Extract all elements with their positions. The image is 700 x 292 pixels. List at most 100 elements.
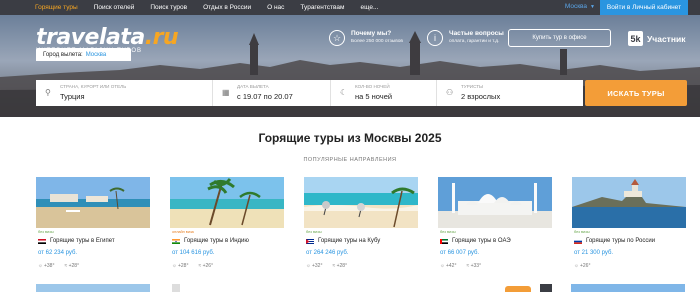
- card-title: Горящие туры в Индию: [172, 238, 249, 244]
- city-selector[interactable]: Москва ▼: [565, 3, 595, 10]
- calendar-icon: ▦: [222, 88, 230, 97]
- india-flag-icon: [172, 238, 180, 244]
- faq-subtitle: оплата, гарантии и т.д.: [449, 39, 500, 44]
- participant-badge[interactable]: 5k Участник: [628, 31, 685, 46]
- departure-date-field[interactable]: ▦ Дата вылета с 19.07 по 20.07: [213, 80, 331, 106]
- visa-tag: без визы: [306, 230, 322, 234]
- next-row-preview: [0, 284, 700, 292]
- sun-temperature: ☼ +28°: [172, 263, 189, 269]
- tourists-label: Туристы: [461, 84, 484, 89]
- nav-item-hot-tours[interactable]: Горящие туры: [35, 4, 78, 11]
- card-title: Горящие туры по России: [574, 238, 655, 244]
- destination-value: Турция: [60, 92, 85, 101]
- visa-tag: онлайн виза: [172, 230, 194, 234]
- cuba-photo: [304, 177, 418, 228]
- participant-label: Участник: [647, 33, 686, 44]
- nav-item-russia[interactable]: Отдых в России: [203, 4, 251, 11]
- card-price: от 66 007 руб.: [440, 250, 480, 256]
- uae-photo: [438, 177, 552, 228]
- 5k-logo-icon: 5k: [628, 31, 643, 46]
- city-label: Москва: [564, 3, 588, 10]
- egypt-flag-icon: [38, 238, 46, 244]
- chevron-down-icon: ▼: [590, 3, 595, 10]
- card-title-text: Горящие туры по России: [586, 238, 656, 244]
- faq-link[interactable]: i Частые вопросы оплата, гарантии и т.д.: [427, 30, 504, 46]
- location-pin-icon: ⚲: [45, 88, 51, 97]
- user-icon: ⚇: [446, 88, 454, 97]
- card-title: Горящие туры в ОАЭ: [440, 238, 511, 244]
- card-price: от 62 234 руб.: [38, 250, 78, 256]
- visa-tag: без визы: [38, 230, 54, 234]
- card-preview: [571, 284, 685, 292]
- tour-search-form: ⚲ Страна, курорт или отель Турция ▦ Дата…: [36, 80, 583, 106]
- destination-label: Страна, курорт или отель: [60, 84, 127, 89]
- destination-card-india[interactable]: онлайн виза Горящие туры в Индию от 104 …: [170, 177, 284, 277]
- card-price: от 21 300 руб.: [574, 250, 614, 256]
- departure-date-label: Дата вылета: [237, 84, 269, 89]
- egypt-photo: [36, 177, 150, 228]
- star-icon: ☆: [329, 30, 345, 46]
- tourists-field[interactable]: ⚇ Туристы 2 взрослых: [437, 80, 583, 106]
- destination-card-uae[interactable]: без визы Горящие туры в ОАЭ от 66 007 ру…: [438, 177, 552, 277]
- sun-temperature: ☼ +38°: [38, 263, 55, 269]
- departure-city-selector[interactable]: Город вылета: Москва: [36, 48, 131, 61]
- card-title-text: Горящие туры в ОАЭ: [452, 238, 511, 244]
- card-title-text: Горящие туры на Кубу: [318, 238, 381, 244]
- cuba-flag-icon: [306, 238, 314, 244]
- why-us-link[interactable]: ☆ Почему мы? Более 250 000 отзывов: [329, 30, 403, 46]
- nights-field[interactable]: ☾ Кол-во ночей на 5 ночей: [331, 80, 437, 106]
- card-temperatures: ☼ +42° ≈ +33°: [440, 263, 491, 269]
- russia-photo: [572, 177, 686, 228]
- card-preview: [172, 284, 180, 292]
- card-temperatures: ☼ +28° ≈ +26°: [172, 263, 223, 269]
- why-us-title: Почему мы?: [351, 30, 392, 37]
- tourists-value: 2 взрослых: [461, 92, 501, 101]
- search-tours-button[interactable]: ИСКАТЬ ТУРЫ: [585, 80, 687, 106]
- card-price: от 104 616 руб.: [172, 250, 215, 256]
- top-navigation: Горящие туры Поиск отелей Поиск туров От…: [0, 0, 700, 15]
- info-icon: i: [427, 30, 443, 46]
- destination-field[interactable]: ⚲ Страна, курорт или отель Турция: [36, 80, 213, 106]
- departure-date-value: с 19.07 по 20.07: [237, 92, 293, 101]
- destination-card-egypt[interactable]: без визы Горящие туры в Египет от 62 234…: [36, 177, 150, 277]
- india-photo: [170, 177, 284, 228]
- moon-icon: ☾: [340, 88, 348, 97]
- popular-destinations-heading: ПОПУЛЯРНЫЕ НАПРАВЛЕНИЯ: [303, 157, 397, 163]
- destination-card-cuba[interactable]: без визы Горящие туры на Кубу от 264 246…: [304, 177, 418, 277]
- nav-item-hotel-search[interactable]: Поиск отелей: [94, 4, 135, 11]
- water-temperature: ≈ +33°: [466, 263, 482, 269]
- departure-city: Москва: [85, 51, 107, 58]
- page-title: Горящие туры из Москвы 2025: [258, 131, 442, 145]
- sun-temperature: ☼ +26°: [574, 263, 591, 269]
- nav-menu: Горящие туры Поиск отелей Поиск туров От…: [0, 4, 394, 11]
- buy-in-office-button[interactable]: Купить тур в офисе: [508, 29, 611, 47]
- water-temperature: ≈ +28°: [332, 263, 348, 269]
- water-temperature: ≈ +26°: [198, 263, 214, 269]
- destination-card-russia[interactable]: без визы Горящие туры по России от 21 30…: [572, 177, 686, 277]
- sun-temperature: ☼ +42°: [440, 263, 457, 269]
- faq-title: Частые вопросы: [449, 30, 504, 37]
- card-title-text: Горящие туры в Египет: [50, 238, 115, 244]
- card-price: от 264 246 руб.: [306, 250, 349, 256]
- card-temperatures: ☼ +38° ≈ +28°: [38, 263, 89, 269]
- sun-temperature: ☼ +32°: [306, 263, 323, 269]
- uae-flag-icon: [440, 238, 448, 244]
- nav-item-more[interactable]: еще...: [360, 4, 378, 11]
- card-title: Горящие туры в Египет: [38, 238, 115, 244]
- nights-label: Кол-во ночей: [355, 84, 390, 89]
- departure-label: Город вылета:: [43, 51, 83, 58]
- nights-value: на 5 ночей: [355, 92, 393, 101]
- nav-item-about[interactable]: О нас: [267, 4, 284, 11]
- nav-item-agencies[interactable]: Турагентствам: [300, 4, 344, 11]
- login-cabinet-button[interactable]: Войти в Личный кабинет: [600, 0, 688, 15]
- logo-wordmark: travelata.ru: [36, 25, 179, 50]
- card-title-text: Горящие туры в Индию: [184, 238, 249, 244]
- why-us-subtitle: Более 250 000 отзывов: [351, 39, 403, 44]
- visa-tag: без визы: [440, 230, 456, 234]
- card-title: Горящие туры на Кубу: [306, 238, 380, 244]
- card-preview: [540, 284, 552, 292]
- russia-flag-icon: [574, 238, 582, 244]
- nav-item-tour-search[interactable]: Поиск туров: [150, 4, 187, 11]
- visa-tag: без визы: [574, 230, 590, 234]
- card-temperatures: ☼ +32° ≈ +28°: [306, 263, 357, 269]
